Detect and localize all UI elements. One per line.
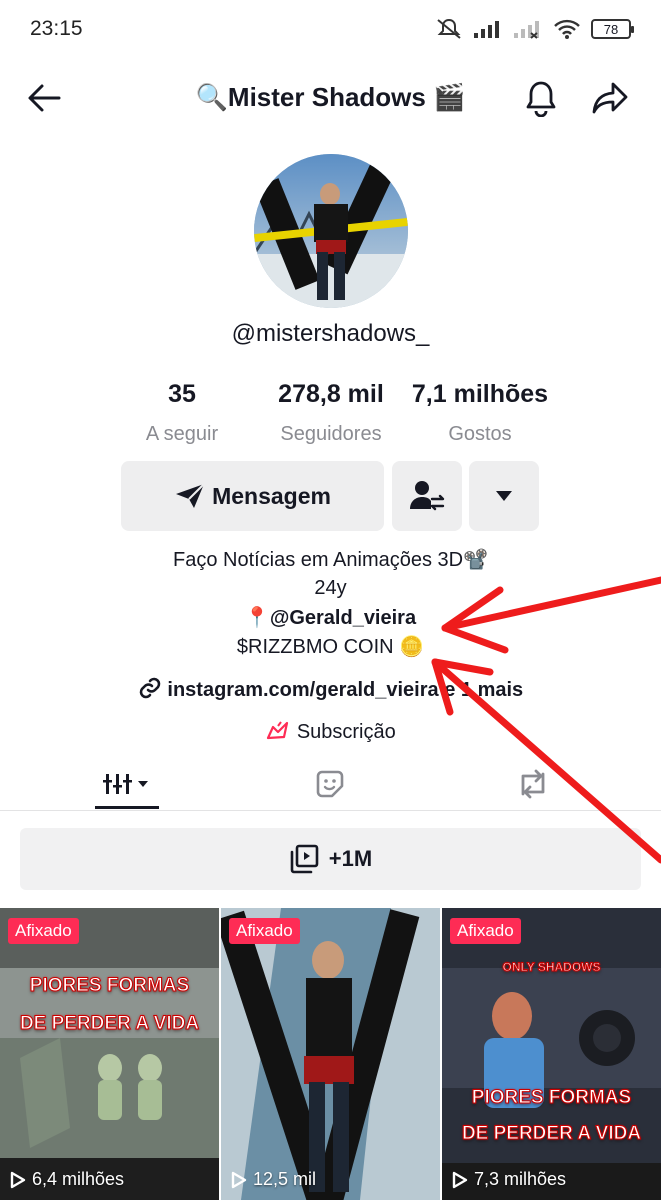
following-count: 35 bbox=[168, 380, 196, 408]
wifi-icon bbox=[554, 19, 580, 39]
repost-icon bbox=[521, 769, 545, 799]
play-outline-icon bbox=[231, 1171, 247, 1188]
profile-header: 🔍Mister Shadows 🎬 bbox=[0, 58, 661, 138]
view-count: 6,4 milhões bbox=[10, 1169, 124, 1190]
video-title-line-2: DE PERDER A VIDA bbox=[461, 1123, 642, 1145]
followers-count: 278,8 mil bbox=[278, 380, 384, 408]
link-icon bbox=[139, 677, 161, 699]
play-outline-icon bbox=[10, 1171, 26, 1188]
signal-icon bbox=[474, 21, 499, 38]
followers-label: Seguidores bbox=[280, 423, 382, 445]
tab-reposts-stickers[interactable] bbox=[300, 760, 360, 808]
view-count-value: 6,4 milhões bbox=[32, 1169, 125, 1189]
status-time: 23:15 bbox=[30, 17, 83, 40]
stat-followers[interactable]: 278,8 mil Seguidores bbox=[262, 380, 400, 446]
message-button[interactable]: Mensagem bbox=[121, 461, 384, 531]
video-thumbnail-2[interactable]: Afixado 12,5 mil bbox=[221, 908, 440, 1200]
sticker-icon bbox=[316, 770, 344, 798]
stat-likes[interactable]: 7,1 milhões Gostos bbox=[406, 380, 554, 446]
bio-mention[interactable]: @Gerald_vieira bbox=[270, 607, 416, 629]
username: @mistershadows_ bbox=[231, 320, 430, 347]
bio-line-2: 24y bbox=[314, 577, 347, 599]
status-bar: 23:15 78 bbox=[0, 0, 661, 58]
active-tab-indicator bbox=[95, 806, 159, 809]
suggested-accounts-button[interactable] bbox=[392, 461, 462, 531]
bell-icon bbox=[526, 81, 556, 117]
message-label: Mensagem bbox=[212, 482, 331, 509]
bio-mention-line: 📍@Gerald_vieira bbox=[0, 605, 661, 630]
view-count-value: 7,3 milhões bbox=[474, 1169, 567, 1189]
likes-label: Gostos bbox=[448, 423, 512, 445]
videos-grid-icon bbox=[103, 774, 148, 794]
caret-down-icon bbox=[496, 491, 512, 501]
link-more: e 1 mais bbox=[444, 679, 524, 701]
more-options-button[interactable] bbox=[469, 461, 539, 531]
channel-logo: ONLY SHADOWS bbox=[502, 960, 601, 975]
view-count: 7,3 milhões bbox=[452, 1169, 566, 1190]
signal-off-icon bbox=[514, 21, 539, 39]
notifications-button[interactable] bbox=[519, 76, 563, 120]
pinned-badge: Afixado bbox=[8, 918, 79, 944]
view-count-value: 12,5 mil bbox=[253, 1169, 317, 1189]
stat-following[interactable]: 35 A seguir bbox=[131, 380, 233, 446]
playlist-label: +1M bbox=[328, 846, 373, 871]
pin-emoji: 📍 bbox=[244, 607, 270, 629]
video-title-line-1: PIORES FORMAS bbox=[471, 1087, 632, 1109]
subscription-icon bbox=[267, 721, 289, 740]
profile-link[interactable]: instagram.com/gerald_vieira e 1 mais bbox=[0, 676, 661, 702]
status-icons: 78 bbox=[435, 18, 634, 40]
likes-count: 7,1 milhões bbox=[411, 380, 549, 408]
play-outline-icon bbox=[452, 1171, 468, 1188]
avatar[interactable] bbox=[254, 154, 408, 308]
collection-icon bbox=[290, 844, 319, 874]
mute-icon bbox=[437, 18, 461, 39]
send-icon bbox=[176, 483, 205, 508]
share-button[interactable] bbox=[588, 76, 632, 120]
subscription-label: Subscrição bbox=[296, 721, 396, 743]
share-arrow-icon bbox=[592, 82, 628, 114]
user-swap-icon bbox=[410, 481, 445, 511]
tab-reposts[interactable] bbox=[503, 760, 563, 808]
subscription-link[interactable]: Subscrição bbox=[0, 720, 661, 744]
playlist-button[interactable]: +1M bbox=[20, 828, 641, 890]
battery-indicator: 78 bbox=[591, 19, 634, 39]
view-count: 12,5 mil bbox=[231, 1169, 316, 1190]
pinned-badge: Afixado bbox=[450, 918, 521, 944]
pinned-badge: Afixado bbox=[229, 918, 300, 944]
link-text: instagram.com/gerald_vieira bbox=[167, 679, 439, 701]
video-title-line-1: PIORES FORMAS bbox=[29, 975, 190, 997]
video-title-line-2: DE PERDER A VIDA bbox=[19, 1013, 200, 1035]
following-label: A seguir bbox=[145, 423, 219, 445]
tab-videos[interactable] bbox=[95, 760, 159, 808]
video-thumbnail-1[interactable]: Afixado PIORES FORMAS DE PERDER A VIDA 6… bbox=[0, 908, 219, 1200]
bio-line-1: Faço Notícias em Animações 3D📽️ bbox=[172, 549, 489, 571]
bio-coin-line: $RIZZBMO COIN 🪙 bbox=[236, 636, 425, 658]
tab-divider bbox=[0, 810, 661, 811]
video-thumbnail-3[interactable]: Afixado ONLY SHADOWS PIORES FORMAS DE PE… bbox=[442, 908, 661, 1200]
